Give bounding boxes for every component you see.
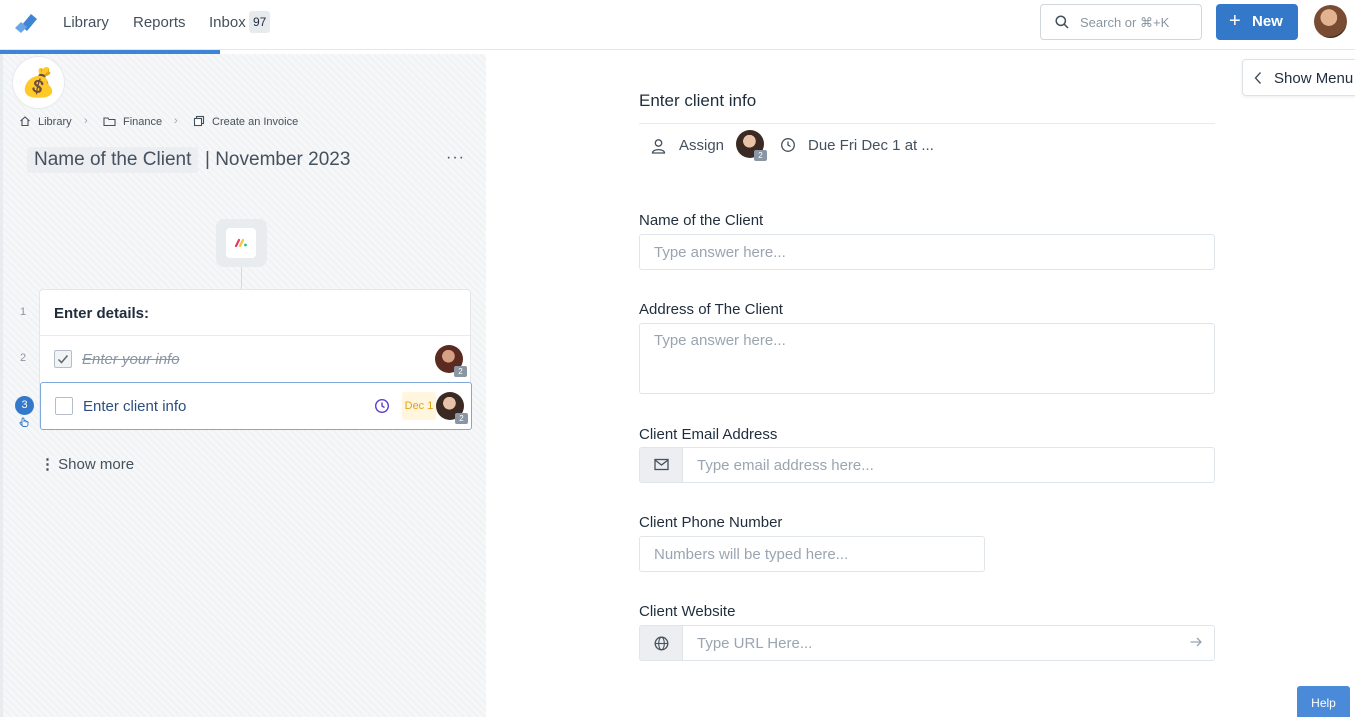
client-email-input[interactable] [682,447,1215,483]
url-addon [639,625,683,661]
home-icon [20,116,30,127]
globe-icon [654,636,669,651]
client-name-input[interactable] [639,234,1215,270]
clock-icon [781,138,795,152]
assignee-count-badge: 2 [754,150,767,161]
more-options-icon[interactable]: ··· [446,149,465,167]
field-label-client-name: Name of the Client [639,212,764,229]
clock-icon[interactable] [374,398,390,414]
hand-pointer-icon [19,417,29,427]
client-address-textarea[interactable] [639,323,1215,394]
nav-inbox[interactable]: Inbox [209,14,246,31]
search-placeholder: Search or ⌘+K [1080,15,1170,30]
client-phone-input[interactable] [639,536,985,572]
checkmark-icon [57,355,69,364]
assignee-count-badge: 2 [454,366,467,377]
app-logo-icon[interactable] [12,8,42,38]
title-text: | November 2023 [205,149,351,170]
field-label-client-email: Client Email Address [639,426,778,443]
client-website-input[interactable] [682,625,1215,661]
workflow-panel: 💰 Library › Finance › Create an Invoice … [0,54,486,717]
arrow-right-icon[interactable] [1189,635,1203,649]
breadcrumb-library[interactable]: Library [38,116,72,128]
show-more-button[interactable]: ⋮ Show more [40,455,134,473]
user-icon [651,139,666,154]
current-step-indicator: 3 [15,396,34,415]
task-checkbox[interactable] [55,397,73,415]
field-label-client-website: Client Website [639,603,736,620]
due-date-button[interactable]: Due Fri Dec 1 at ... [808,137,934,154]
show-more-label: Show more [58,456,135,473]
show-menu-label: Show Menu [1274,70,1354,87]
divider [639,123,1215,124]
folder-icon [103,117,116,127]
email-addon [639,447,683,483]
nav-reports[interactable]: Reports [133,14,186,31]
breadcrumb-finance[interactable]: Finance [123,116,162,128]
plus-icon: + [1229,10,1241,32]
task-label: Enter your info [82,351,180,368]
field-label-client-phone: Client Phone Number [639,514,783,531]
task-label: Enter client info [83,398,187,415]
chevron-right-icon: › [84,115,88,127]
help-button[interactable]: Help [1297,686,1350,717]
vertical-dots-icon: ⋮ [40,456,55,473]
task-row-enter-your-info[interactable]: Enter your info 2 [40,336,470,382]
assignee-count-badge: 2 [455,413,468,424]
task-list: Enter details: Enter your info 2 Enter c… [39,289,472,430]
field-label-client-address: Address of The Client [639,301,783,318]
show-menu-button[interactable]: Show Menu [1242,59,1355,96]
user-avatar[interactable] [1314,5,1347,38]
title-variable: Name of the Client [27,147,199,173]
envelope-icon [654,458,669,471]
search-box[interactable]: Search or ⌘+K [1040,4,1202,40]
search-icon [1055,15,1069,29]
inbox-count-badge: 97 [249,11,271,33]
new-button-label: New [1252,13,1283,30]
breadcrumb-create-invoice[interactable]: Create an Invoice [212,116,298,128]
form-title: Enter client info [639,91,757,110]
task-checkbox[interactable] [54,350,72,368]
stage-node [216,219,267,267]
row-number: 1 [20,306,27,318]
copy-icon [193,115,205,127]
row-number: 2 [20,352,27,364]
nav-library[interactable]: Library [63,14,109,31]
chevron-right-icon: › [174,115,178,127]
app-integration-icon [234,238,247,248]
assign-button[interactable]: Assign [679,137,724,154]
task-heading: Enter details: [54,305,150,322]
workflow-emoji-icon[interactable]: 💰 [12,56,65,109]
due-date-badge: Dec 1 [402,392,436,420]
chevron-left-icon [1254,72,1262,84]
connector-line [241,267,242,289]
task-row-enter-client-info[interactable]: Enter client info Dec 1 2 [40,382,472,430]
top-nav-bar: Library Reports Inbox 97 Search or ⌘+K +… [0,0,1355,50]
new-button[interactable]: + New [1216,4,1298,40]
